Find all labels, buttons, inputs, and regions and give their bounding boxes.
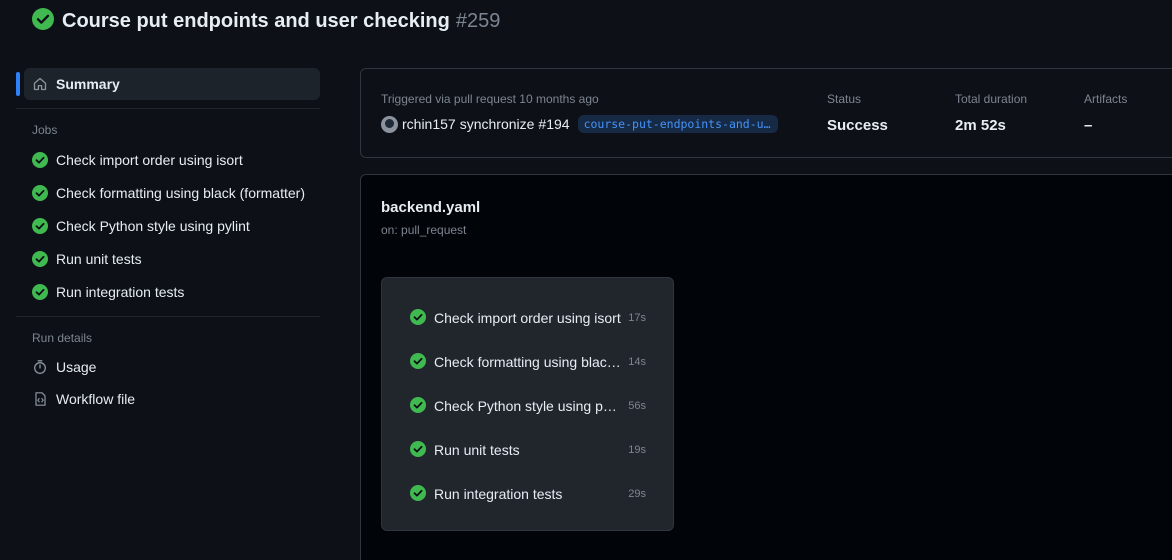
artifacts-value: – — [1084, 117, 1093, 134]
check-circle-icon — [32, 250, 48, 267]
workflow-name[interactable]: backend.yaml — [381, 199, 480, 216]
job-duration: 17s — [628, 312, 646, 324]
run-header: Course put endpoints and user checking #2… — [32, 7, 500, 35]
divider — [16, 316, 320, 317]
check-circle-icon — [32, 151, 48, 168]
sidebar-item-label: Summary — [56, 76, 120, 92]
job-name: Check formatting using black (formatter) — [434, 354, 622, 370]
workflow-trigger: on: pull_request — [381, 223, 467, 237]
workflow-run-page: Course put endpoints and user checking #2… — [0, 0, 1172, 560]
pr-link[interactable]: #194 — [538, 116, 569, 132]
stopwatch-icon — [32, 359, 48, 375]
duration-stat: Total duration 2m 52s — [955, 92, 1027, 134]
job-node[interactable]: Check import order using isort 17s — [410, 308, 646, 328]
run-details-heading: Run details — [32, 331, 93, 345]
jobs-box: Check import order using isort 17s Check f… — [381, 277, 674, 531]
divider — [16, 108, 320, 109]
status-label: Status — [827, 92, 862, 106]
sidebar-item-job[interactable]: Check import order using isort — [16, 143, 320, 176]
job-name: Run integration tests — [434, 486, 563, 502]
jobs-heading: Jobs — [32, 123, 58, 137]
sidebar-item-label: Check import order using isort — [56, 151, 243, 168]
status-value: Success — [827, 117, 888, 134]
sidebar-item-label: Usage — [56, 359, 97, 375]
check-circle-icon — [32, 217, 48, 234]
job-duration: 56s — [628, 400, 646, 412]
run-summary-card: Triggered via pull request 10 months ago… — [360, 68, 1172, 158]
workflow-graph-panel: backend.yaml on: pull_request Check impo… — [360, 174, 1172, 560]
success-check-icon — [32, 7, 54, 35]
check-circle-icon — [410, 308, 426, 328]
artifacts-stat: Artifacts – — [1084, 92, 1127, 134]
sidebar-jobs-list: Check import order using isort Check form… — [16, 143, 320, 308]
sidebar-item-label: Check Python style using pylint — [56, 217, 250, 234]
sidebar-item-summary[interactable]: Summary — [16, 68, 320, 100]
trigger-action: synchronize — [459, 116, 535, 132]
check-circle-icon — [410, 484, 426, 504]
job-node[interactable]: Check formatting using black (formatter)… — [410, 352, 646, 372]
run-title: Course put endpoints and user checking — [62, 9, 450, 32]
sidebar-item-job[interactable]: Run unit tests — [16, 242, 320, 275]
active-indicator — [16, 72, 20, 96]
job-node[interactable]: Run integration tests 29s — [410, 484, 646, 504]
duration-label: Total duration — [955, 92, 1028, 106]
home-icon — [32, 76, 48, 92]
branch-label[interactable]: course-put-endpoints-and-user-checking — [577, 115, 778, 133]
job-name: Run unit tests — [434, 442, 520, 458]
run-number: #259 — [455, 9, 501, 32]
avatar[interactable] — [381, 115, 398, 133]
trigger-row: rchin157 synchronize #194 course-put-end… — [381, 115, 778, 133]
check-circle-icon — [410, 352, 426, 372]
trigger-text: Triggered via pull request 10 months ago — [381, 92, 599, 106]
job-node[interactable]: Check Python style using pylint 56s — [410, 396, 646, 416]
job-duration: 14s — [628, 356, 646, 368]
sidebar-item-label: Workflow file — [56, 391, 136, 407]
sidebar-item-job[interactable]: Check formatting using black (formatter) — [16, 176, 320, 209]
job-name: Check Python style using pylint — [434, 398, 622, 414]
check-circle-icon — [32, 184, 48, 201]
actor-link[interactable]: rchin157 — [402, 116, 456, 132]
duration-value: 2m 52s — [955, 117, 1006, 134]
artifacts-label: Artifacts — [1084, 92, 1128, 106]
workflow-file-icon — [32, 391, 48, 407]
check-circle-icon — [410, 440, 426, 460]
sidebar-item-workflow-file[interactable]: Workflow file — [16, 383, 320, 415]
page-title: Course put endpoints and user checking #2… — [62, 10, 500, 33]
job-duration: 29s — [628, 488, 646, 500]
status-stat: Status Success — [827, 92, 888, 134]
check-circle-icon — [410, 396, 426, 416]
job-duration: 19s — [628, 444, 646, 456]
job-node[interactable]: Run unit tests 19s — [410, 440, 646, 460]
sidebar-item-job[interactable]: Check Python style using pylint — [16, 209, 320, 242]
sidebar-item-label: Run integration tests — [56, 283, 185, 300]
sidebar-item-job[interactable]: Run integration tests — [16, 275, 320, 308]
sidebar-item-usage[interactable]: Usage — [16, 351, 320, 383]
job-name: Check import order using isort — [434, 310, 621, 326]
sidebar-item-label: Run unit tests — [56, 250, 142, 267]
check-circle-icon — [32, 283, 48, 300]
sidebar: Summary Jobs Check import order using is… — [16, 68, 320, 415]
sidebar-item-label: Check formatting using black (formatter) — [56, 184, 305, 201]
